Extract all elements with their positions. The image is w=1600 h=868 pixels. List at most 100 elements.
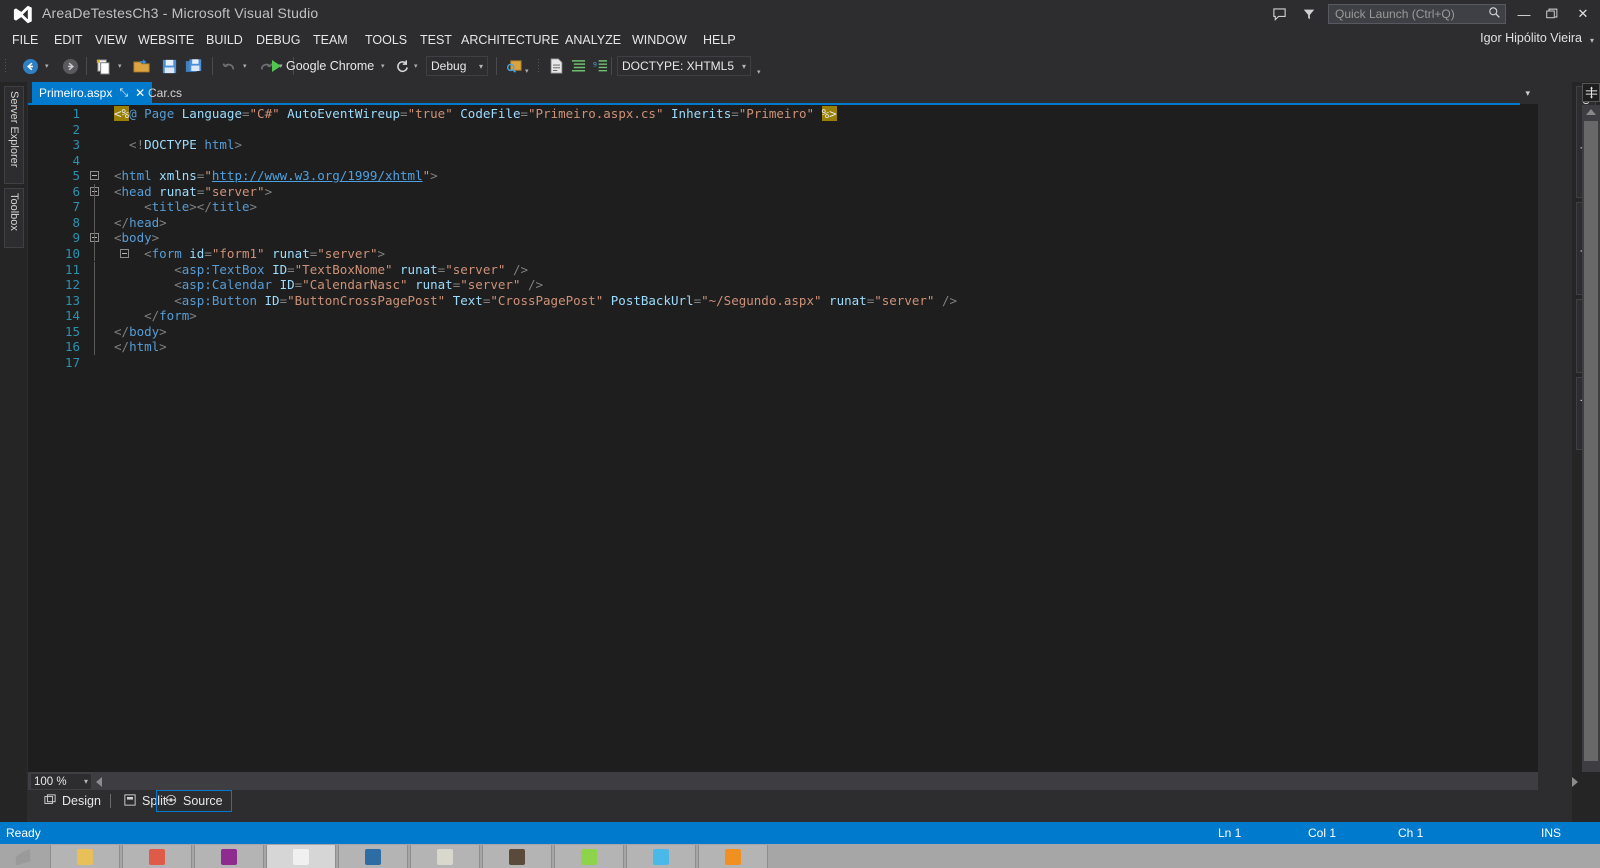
editor-vertical-scrollbar[interactable] (1582, 105, 1600, 772)
maximize-button[interactable] (1538, 0, 1566, 28)
sidebar-tab-server-explorer[interactable]: Server Explorer (4, 86, 24, 184)
code-line[interactable]: <body> (114, 230, 159, 246)
code-line[interactable]: <html xmlns="http://www.w3.org/1999/xhtm… (114, 168, 438, 184)
skype-icon (653, 848, 669, 865)
save-icon[interactable] (158, 55, 180, 77)
toolbar-grip[interactable] (4, 58, 8, 74)
menu-website[interactable]: WEBSITE (136, 28, 196, 52)
code-line[interactable]: <%@ Page Language="C#" AutoEventWireup="… (114, 106, 837, 122)
menu-file[interactable]: FILE (10, 28, 40, 52)
open-file-icon[interactable] (130, 55, 154, 77)
code-line[interactable]: <asp:TextBox ID="TextBoxNome" runat="ser… (114, 262, 528, 278)
menu-help[interactable]: HELP (701, 28, 738, 52)
find-in-files-icon[interactable] (503, 55, 525, 77)
vertical-scroll-thumb[interactable] (1584, 121, 1598, 761)
menu-test[interactable]: TEST (418, 28, 454, 52)
editor-horizontal-scrollbar[interactable] (28, 772, 1538, 790)
browser-select-caret-icon[interactable]: ▾ (381, 63, 388, 70)
solution-config-combo[interactable]: Debug ▾ (426, 56, 488, 76)
save-all-icon[interactable] (182, 55, 206, 77)
view-markup-icon[interactable] (546, 55, 566, 77)
status-line: Ln 1 (1218, 826, 1242, 840)
left-dock-panel: Server Explorer Toolbox (0, 82, 27, 822)
back-history-caret-icon[interactable]: ▾ (45, 63, 52, 70)
code-line[interactable]: </html> (114, 339, 167, 355)
taskbar-item[interactable] (626, 845, 696, 868)
tab-overflow-caret-icon[interactable]: ▾ (1525, 88, 1530, 99)
start-debugging-button[interactable]: Google Chrome (272, 56, 374, 76)
taskbar-item[interactable] (50, 845, 120, 868)
chevron-down-icon[interactable]: ▾ (1590, 36, 1594, 45)
taskbar-item[interactable] (338, 845, 408, 868)
indicator-margin[interactable] (28, 105, 46, 772)
windows-start-icon[interactable] (0, 844, 46, 868)
menu-debug[interactable]: DEBUG (254, 28, 302, 52)
code-line[interactable]: <asp:Calendar ID="CalendarNasc" runat="s… (114, 277, 543, 293)
sidebar-tab-toolbox[interactable]: Toolbox (4, 188, 24, 248)
fold-collapse-icon[interactable] (90, 171, 99, 181)
search-input[interactable] (1333, 6, 1487, 22)
navigate-back-icon[interactable] (18, 55, 42, 77)
menu-build[interactable]: BUILD (204, 28, 245, 52)
code-line[interactable]: <head runat="server"> (114, 184, 272, 200)
code-line[interactable]: <title></title> (114, 199, 257, 215)
menu-view[interactable]: VIEW (93, 28, 129, 52)
find-options-caret-icon[interactable]: ▾ (525, 68, 532, 75)
code-line[interactable]: </body> (114, 324, 167, 340)
navigate-forward-icon[interactable] (58, 55, 82, 77)
tab-car-cs[interactable]: Car.cs (141, 82, 189, 104)
code-line[interactable]: </head> (114, 215, 167, 231)
taskbar-item[interactable] (554, 845, 624, 868)
tab-design-view[interactable]: Design (36, 790, 109, 812)
taskbar-item[interactable] (266, 845, 336, 868)
toolbar-overflow-caret-icon[interactable]: ▾ (757, 69, 764, 76)
menu-edit[interactable]: EDIT (52, 28, 84, 52)
scroll-right-arrow-icon[interactable] (1572, 777, 1578, 787)
code-line[interactable]: <form id="form1" runat="server"> (114, 246, 385, 262)
menu-team[interactable]: TEAM (311, 28, 350, 52)
menu-tools[interactable]: TOOLS (363, 28, 409, 52)
taskbar-item[interactable] (194, 845, 264, 868)
code-token: body (121, 230, 152, 246)
code-line[interactable]: <!DOCTYPE html> (114, 137, 242, 153)
pin-icon[interactable]: ⤡ (119, 87, 128, 100)
feedback-smiley-icon[interactable] (1264, 1, 1294, 27)
taskbar-item[interactable] (122, 845, 192, 868)
new-item-caret-icon[interactable]: ▾ (118, 63, 125, 70)
code-token: %> (821, 106, 837, 121)
line-number: 8 (72, 214, 80, 230)
quick-launch-box[interactable] (1328, 4, 1506, 24)
menu-window[interactable]: WINDOW (630, 28, 689, 52)
refresh-icon[interactable] (392, 55, 412, 77)
code-line[interactable]: <asp:Button ID="ButtonCrossPagePost" Tex… (114, 293, 957, 309)
format-selection-icon[interactable]: 9 (590, 55, 610, 77)
code-token: form (151, 245, 182, 261)
menu-analyze[interactable]: ANALYZE (563, 28, 623, 52)
user-account-name[interactable]: Igor Hipólito Vieira (1480, 31, 1582, 45)
tab-source-view[interactable]: Source (156, 790, 232, 812)
taskbar-item[interactable] (698, 845, 768, 868)
undo-icon[interactable] (218, 55, 240, 77)
scroll-left-arrow-icon[interactable] (96, 777, 102, 787)
refresh-caret-icon[interactable]: ▾ (414, 63, 421, 70)
doctype-combo[interactable]: DOCTYPE: XHTML5 ▾ (617, 56, 751, 76)
undo-caret-icon[interactable]: ▾ (243, 63, 250, 70)
menu-architecture[interactable]: ARCHITECTURE (459, 28, 561, 52)
notification-flag-icon[interactable] (1294, 1, 1324, 27)
format-document-icon[interactable] (568, 55, 588, 77)
zoom-level-combo[interactable]: 100 % ▾ (30, 773, 92, 790)
taskbar-item[interactable] (482, 845, 552, 868)
fold-guide-line (94, 323, 95, 340)
tab-primeiro-aspx[interactable]: Primeiro.aspx ⤡ ✕ (32, 82, 153, 104)
scroll-up-arrow-icon[interactable] (1586, 109, 1596, 115)
toolbar-grip[interactable] (537, 58, 541, 74)
terminal-icon (509, 848, 525, 865)
code-line[interactable]: </form> (114, 308, 197, 324)
close-button[interactable]: ✕ (1566, 0, 1600, 28)
split-window-icon[interactable] (1582, 83, 1600, 102)
minimize-button[interactable]: — (1510, 0, 1538, 28)
taskbar-item[interactable] (410, 845, 480, 868)
code-editor[interactable]: 1 <%@ Page Language="C#" AutoEventWireup=… (28, 105, 1520, 772)
new-item-icon[interactable] (92, 55, 114, 77)
magnifier-icon[interactable] (1487, 6, 1501, 22)
